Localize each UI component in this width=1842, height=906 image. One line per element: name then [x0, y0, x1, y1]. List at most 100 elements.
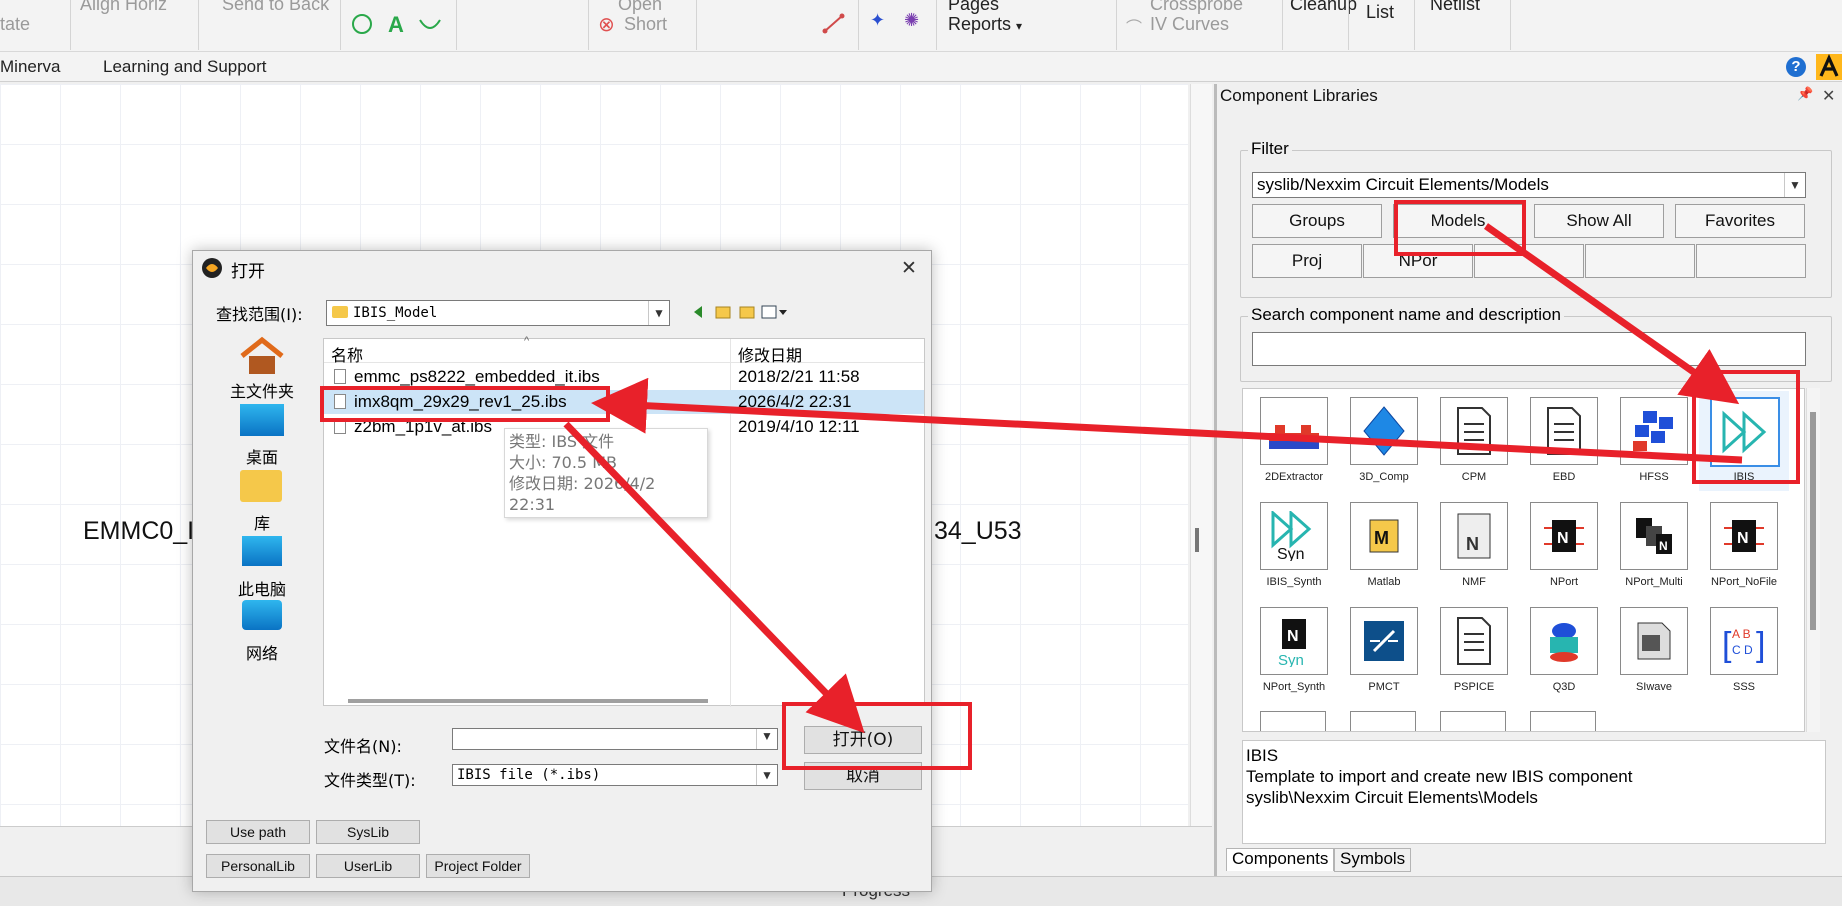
chevron-down-icon[interactable]: ▼ — [1784, 173, 1805, 197]
rotate-button[interactable]: tate — [0, 14, 30, 35]
iv-curves-button[interactable]: IV Curves — [1150, 14, 1229, 35]
show-all-button[interactable]: Show All — [1534, 204, 1664, 238]
pages-button[interactable]: Pages — [948, 0, 999, 15]
dialog-close-icon[interactable]: ✕ — [901, 257, 917, 279]
component-tile-pspice[interactable]: PSPICE — [1429, 601, 1519, 701]
document-icon — [1530, 397, 1598, 465]
component-tile-sss[interactable]: [A B C D] SSS — [1699, 601, 1789, 701]
filter-button-5[interactable] — [1696, 244, 1806, 278]
look-in-combo[interactable]: IBIS_Model ▼ — [326, 300, 670, 326]
draw-shapes-icon[interactable]: A — [350, 12, 450, 36]
open-button[interactable]: Open — [618, 0, 662, 15]
component-tile-label: 3D_Comp — [1359, 471, 1409, 483]
filter-path-value: syslib/Nexxim Circuit Elements/Models — [1257, 175, 1549, 194]
filename-input[interactable]: ▼ — [452, 728, 778, 750]
this-pc-icon[interactable] — [242, 536, 282, 566]
canvas-vertical-scrollbar[interactable] — [1190, 84, 1212, 826]
search-input[interactable] — [1252, 332, 1806, 366]
netlist-button[interactable]: Netlist — [1430, 0, 1480, 15]
component-tile-hfss[interactable]: HFSS — [1609, 391, 1699, 491]
component-tile-partial[interactable] — [1260, 711, 1326, 731]
groups-button[interactable]: Groups — [1252, 204, 1382, 238]
component-tile-ibis-synth[interactable]: Syn IBIS_Synth — [1249, 496, 1339, 596]
pin-icon[interactable]: 📌 — [1797, 86, 1813, 102]
diamond-3d-icon — [1350, 397, 1418, 465]
send-to-back-button[interactable]: Send to Back — [222, 0, 329, 15]
tab-components[interactable]: Components — [1226, 848, 1335, 871]
filter-button-4[interactable] — [1585, 244, 1695, 278]
filetype-value: IBIS file (*.ibs) — [457, 767, 601, 783]
file-tooltip: 类型: IBS 文件 大小: 70.5 MB 修改日期: 2026/4/2 22… — [504, 428, 708, 518]
file-date: 2026/4/2 22:31 — [738, 392, 852, 411]
project-folder-button[interactable]: Project Folder — [426, 854, 530, 878]
component-tile-nport-multi[interactable]: N NPort_Multi — [1609, 496, 1699, 596]
nav-this-pc[interactable]: 此电脑 — [212, 576, 312, 600]
component-tile-partial[interactable] — [1350, 711, 1416, 731]
menu-minerva[interactable]: Minerva — [0, 52, 60, 82]
component-tile-nmf[interactable]: N NMF — [1429, 496, 1519, 596]
look-in-value: IBIS_Model — [353, 305, 438, 321]
folder-icon — [332, 306, 348, 318]
description-text: Template to import and create new IBIS c… — [1246, 767, 1633, 786]
cleanup-button[interactable]: Cleanup — [1290, 0, 1357, 15]
nav-home[interactable]: 主文件夹 — [212, 378, 312, 402]
svg-text:Syn: Syn — [1277, 546, 1305, 561]
library-icon[interactable] — [240, 470, 282, 502]
component-tile-label: SIwave — [1635, 681, 1673, 693]
file-list-hscroll[interactable] — [348, 699, 708, 703]
panel-close-icon[interactable]: ✕ — [1822, 86, 1835, 106]
component-tile-2dextractor[interactable]: 2DExtractor — [1249, 391, 1339, 491]
home-icon[interactable] — [238, 336, 286, 376]
help-icon[interactable]: ? — [1786, 57, 1806, 77]
nport-chip-icon: N — [1530, 502, 1598, 570]
network-icon[interactable] — [242, 600, 282, 630]
favorites-button[interactable]: Favorites — [1675, 204, 1805, 238]
reports-button[interactable]: Reports ▾ — [948, 14, 1022, 35]
component-tile-ebd[interactable]: EBD — [1519, 391, 1609, 491]
component-tile-cpm[interactable]: CPM — [1429, 391, 1519, 491]
column-name[interactable]: 名称 — [331, 342, 363, 366]
icon-grid-scrollbar[interactable] — [1806, 388, 1820, 732]
report-badge-icon[interactable]: ✺ — [904, 10, 919, 31]
canvas-label-emmc: EMMC0_I — [83, 517, 195, 545]
tooltip-modified: 修改日期: 2026/4/2 22:31 — [509, 474, 656, 514]
component-tile-siwave[interactable]: SIwave — [1609, 601, 1699, 701]
wire-icon[interactable] — [822, 12, 846, 34]
component-tile-q3d[interactable]: Q3D — [1519, 601, 1609, 701]
crossprobe-button[interactable]: Crossprobe — [1150, 0, 1243, 15]
desktop-icon[interactable] — [240, 404, 284, 436]
component-tile-matlab[interactable]: M Matlab — [1339, 496, 1429, 596]
component-tile-nport-synth[interactable]: N Syn NPort_Synth — [1249, 601, 1339, 701]
tab-symbols[interactable]: Symbols — [1334, 848, 1412, 872]
nav-network[interactable]: 网络 — [212, 640, 312, 664]
chevron-down-icon[interactable]: ▼ — [756, 765, 777, 785]
syslib-button[interactable]: SysLib — [316, 820, 420, 844]
component-tile-label: IBIS_Synth — [1266, 576, 1322, 588]
look-in-label: 查找范围(I): — [216, 305, 303, 324]
component-tile-nport[interactable]: N NPort — [1519, 496, 1609, 596]
filter-path-combo[interactable]: syslib/Nexxim Circuit Elements/Models ▼ — [1252, 172, 1806, 198]
nav-library[interactable]: 库 — [212, 510, 312, 534]
component-tile-pmct[interactable]: PMCT — [1339, 601, 1429, 701]
userlib-button[interactable]: UserLib — [316, 854, 420, 878]
nav-desktop[interactable]: 桌面 — [212, 444, 312, 468]
annotation-box-models — [1394, 200, 1526, 256]
component-tile-nport-nofile[interactable]: N NPort_NoFile — [1699, 496, 1789, 596]
component-tile-partial[interactable] — [1440, 711, 1506, 731]
short-button[interactable]: Short — [624, 14, 667, 35]
component-tile-3d-comp[interactable]: 3D_Comp — [1339, 391, 1429, 491]
use-path-button[interactable]: Use path — [206, 820, 310, 844]
filetype-combo[interactable]: IBIS file (*.ibs) ▼ — [452, 764, 778, 786]
component-tile-label: NPort_Synth — [1262, 681, 1326, 693]
svg-text:N: N — [1659, 539, 1668, 553]
column-modified[interactable]: 修改日期 — [738, 342, 802, 366]
chevron-down-icon[interactable]: ▼ — [648, 301, 669, 325]
proj-button[interactable]: Proj — [1252, 244, 1362, 278]
component-tile-partial[interactable] — [1530, 711, 1596, 731]
menu-learning-and-support[interactable]: Learning and Support — [103, 52, 267, 82]
list-button[interactable]: List — [1366, 2, 1394, 23]
align-horiz-button[interactable]: Align Horiz — [80, 0, 167, 15]
report-cubes-icon[interactable]: ✦ — [870, 10, 885, 31]
personallib-button[interactable]: PersonalLib — [206, 854, 310, 878]
chevron-down-icon[interactable]: ▼ — [756, 729, 777, 749]
